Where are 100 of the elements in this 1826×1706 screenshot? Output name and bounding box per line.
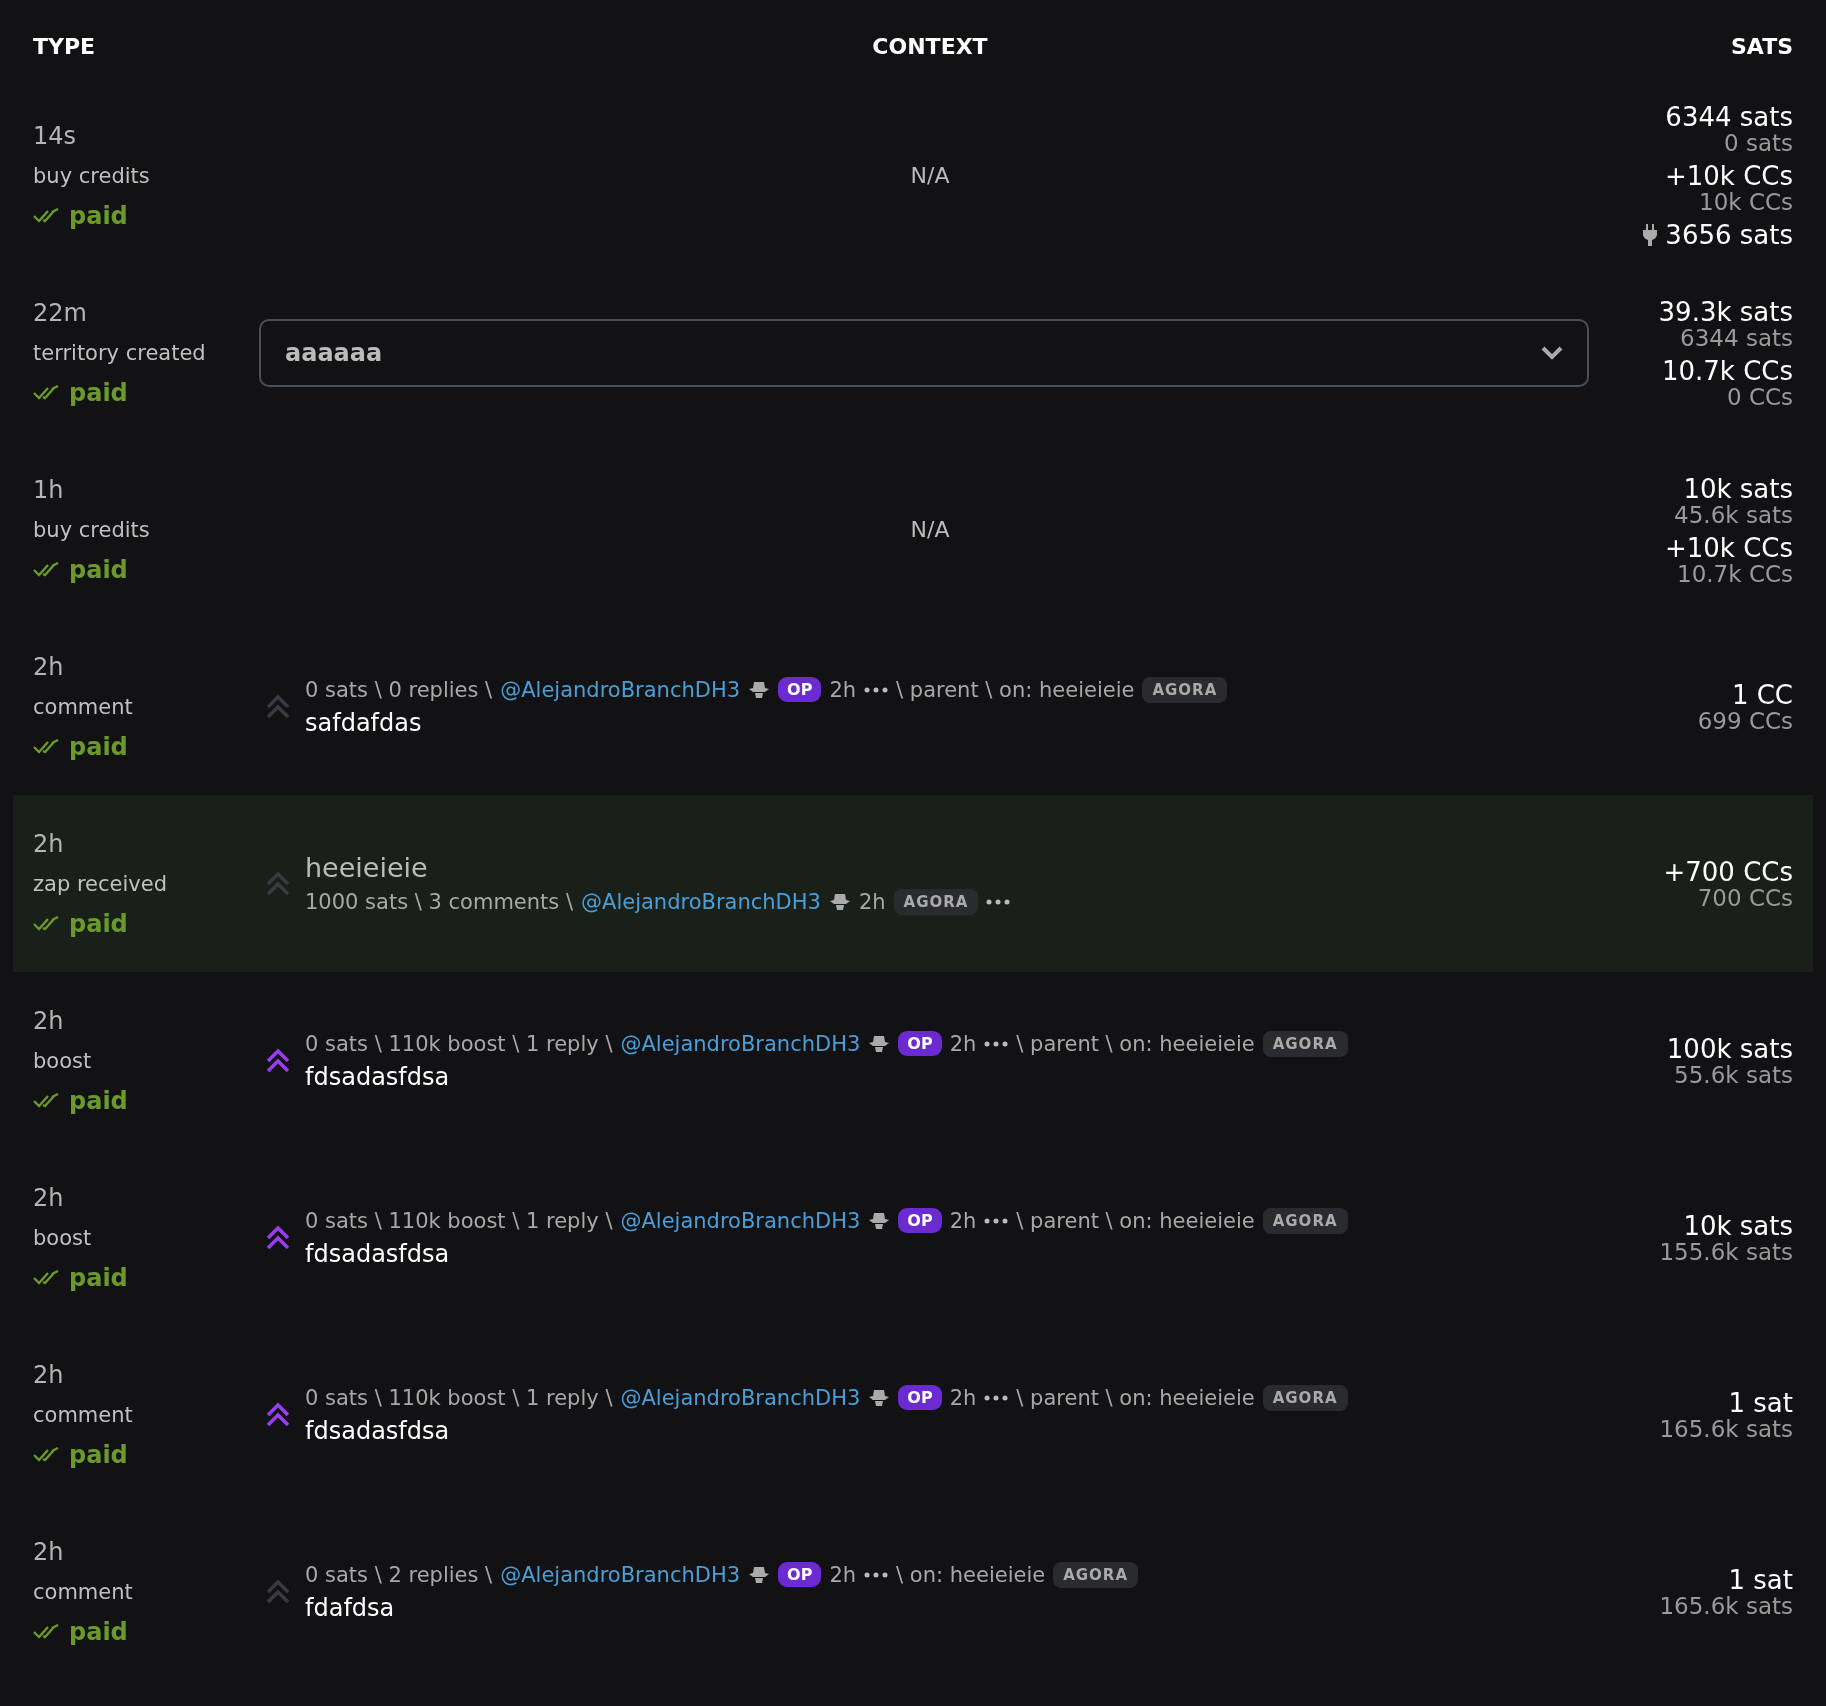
status-text: paid bbox=[33, 378, 247, 407]
balance-text: 165.6k sats bbox=[1659, 1418, 1793, 1441]
amount-text: 10k sats bbox=[1683, 473, 1793, 504]
item-meta-text: \ on: heeieieie bbox=[896, 1562, 1046, 1587]
more-icon[interactable] bbox=[864, 1571, 889, 1578]
more-icon[interactable] bbox=[864, 686, 889, 693]
item-meta-text: 2h bbox=[949, 1031, 977, 1056]
sub-tag[interactable]: AGORA bbox=[1142, 676, 1228, 703]
double-check-icon bbox=[33, 915, 61, 932]
time-text: 2h bbox=[33, 652, 65, 681]
type-text: boost bbox=[33, 1225, 93, 1250]
balance-text: 10k CCs bbox=[1699, 190, 1793, 214]
type-text: boost bbox=[33, 1048, 93, 1073]
balance-text: 699 CCs bbox=[1697, 710, 1793, 733]
type-text: comment bbox=[33, 1402, 134, 1427]
op-badge: OP bbox=[778, 1562, 822, 1587]
chevron-down-icon bbox=[1541, 345, 1563, 360]
amount-text: +700 CCs bbox=[1663, 857, 1793, 887]
amount-text: 10k sats bbox=[1683, 1211, 1793, 1241]
sub-tag[interactable]: AGORA bbox=[1262, 1207, 1348, 1234]
op-badge: OP bbox=[898, 1031, 942, 1056]
double-check-icon bbox=[33, 561, 61, 578]
sub-tag[interactable]: AGORA bbox=[1262, 1384, 1348, 1411]
item-meta-text: \ parent \ on: heeieieie bbox=[896, 677, 1135, 702]
status-text: paid bbox=[33, 201, 247, 230]
amount-text: 6344 sats bbox=[1665, 101, 1793, 132]
amount-text: 100k sats bbox=[1666, 1034, 1793, 1064]
time-text: 2h bbox=[33, 1006, 65, 1035]
double-up-arrow-icon[interactable] bbox=[265, 1046, 291, 1075]
double-up-arrow-icon[interactable] bbox=[265, 1223, 291, 1252]
type-text: zap received bbox=[33, 871, 168, 896]
type-text: buy credits bbox=[33, 517, 151, 542]
status-text: paid bbox=[33, 555, 247, 584]
time-text: 2h bbox=[33, 829, 65, 858]
time-text: 2h bbox=[33, 1183, 65, 1212]
double-check-icon bbox=[33, 1269, 61, 1286]
double-check-icon bbox=[33, 1446, 61, 1463]
double-check-icon bbox=[33, 207, 61, 224]
item-meta-text: 2h bbox=[858, 890, 886, 914]
balance-text: 0 CCs bbox=[1726, 385, 1793, 409]
status-text: paid bbox=[33, 909, 247, 938]
column-header: CONTEXT bbox=[871, 33, 989, 61]
item-meta-text: \ parent \ on: heeieieie bbox=[1016, 1031, 1255, 1056]
balance-text: 45.6k sats bbox=[1674, 503, 1793, 527]
item-meta-text: 0 sats \ 110k boost \ 1 reply \ bbox=[305, 1031, 613, 1056]
user-link[interactable]: @AlejandroBranchDH3 bbox=[620, 1208, 861, 1233]
user-link[interactable]: @AlejandroBranchDH3 bbox=[620, 1385, 861, 1410]
op-badge: OP bbox=[778, 677, 822, 702]
item-meta-text: 0 sats \ 0 replies \ bbox=[305, 677, 493, 702]
time-text: 22m bbox=[33, 298, 88, 327]
status-text: paid bbox=[33, 1617, 247, 1646]
context-text: N/A bbox=[909, 163, 951, 188]
user-link[interactable]: @AlejandroBranchDH3 bbox=[500, 677, 741, 702]
comment-text: fdsadasfdsa bbox=[305, 1239, 451, 1268]
status-text: paid bbox=[33, 1263, 247, 1292]
sub-tag[interactable]: AGORA bbox=[1262, 1030, 1348, 1057]
more-icon[interactable] bbox=[984, 1394, 1009, 1401]
double-check-icon bbox=[33, 738, 61, 755]
type-text: comment bbox=[33, 694, 134, 719]
time-text: 14s bbox=[33, 121, 78, 150]
item-meta-text: 2h bbox=[829, 1562, 857, 1587]
time-text: 2h bbox=[33, 1360, 65, 1389]
double-up-arrow-icon[interactable] bbox=[265, 1400, 291, 1429]
user-link[interactable]: @AlejandroBranchDH3 bbox=[620, 1031, 861, 1056]
amount-text: 39.3k sats bbox=[1658, 296, 1793, 327]
amount-text: 3656 sats bbox=[1665, 219, 1793, 250]
type-text: buy credits bbox=[33, 163, 151, 188]
item-meta-text: 0 sats \ 2 replies \ bbox=[305, 1562, 493, 1587]
item-meta-text: \ parent \ on: heeieieie bbox=[1016, 1385, 1255, 1410]
balance-text: 10.7k CCs bbox=[1677, 562, 1793, 586]
more-icon[interactable] bbox=[984, 1040, 1009, 1047]
double-check-icon bbox=[33, 1092, 61, 1109]
balance-text: 55.6k sats bbox=[1674, 1064, 1793, 1087]
more-icon[interactable] bbox=[984, 1217, 1009, 1224]
item-meta-text: 2h bbox=[949, 1208, 977, 1233]
balance-text: 6344 sats bbox=[1680, 326, 1793, 350]
double-check-icon bbox=[33, 384, 61, 401]
context-text: N/A bbox=[909, 517, 951, 542]
more-icon[interactable] bbox=[986, 899, 1011, 905]
balance-text: 0 sats bbox=[1723, 131, 1793, 155]
comment-text: fdafdsa bbox=[305, 1593, 396, 1622]
item-meta-text: 1000 sats \ 3 comments \ bbox=[305, 890, 574, 914]
amount-text: +10k CCs bbox=[1664, 160, 1793, 191]
status-text: paid bbox=[33, 1086, 247, 1115]
balance-text: 700 CCs bbox=[1697, 887, 1793, 910]
user-link[interactable]: @AlejandroBranchDH3 bbox=[581, 890, 821, 914]
status-text: paid bbox=[33, 732, 247, 761]
user-link[interactable]: @AlejandroBranchDH3 bbox=[500, 1562, 741, 1587]
type-text: comment bbox=[33, 1579, 134, 1604]
cowboy-hat-icon bbox=[828, 891, 851, 913]
sub-tag[interactable]: AGORA bbox=[893, 889, 979, 915]
sub-tag[interactable]: AGORA bbox=[1053, 1561, 1138, 1588]
amount-text: 1 sat bbox=[1728, 1565, 1793, 1595]
territory-select[interactable]: aaaaaa bbox=[259, 318, 1589, 387]
op-badge: OP bbox=[898, 1385, 942, 1410]
post-title[interactable]: heeieieie bbox=[305, 852, 1011, 883]
amount-text: 10.7k CCs bbox=[1661, 355, 1793, 386]
time-text: 1h bbox=[33, 475, 65, 504]
op-badge: OP bbox=[898, 1208, 942, 1233]
amount-text: 1 sat bbox=[1728, 1388, 1793, 1418]
